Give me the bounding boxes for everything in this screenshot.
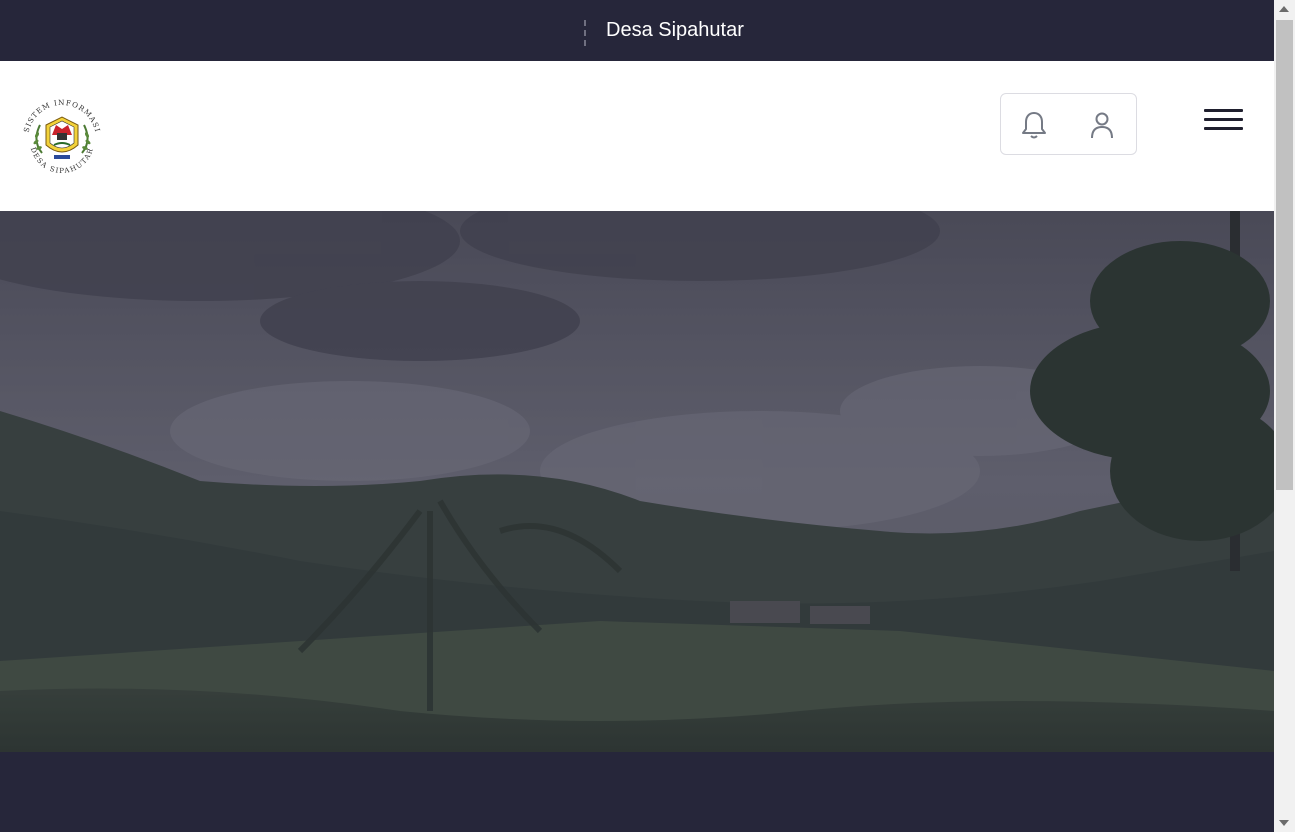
page: Desa Sipahutar SISTEM INFORMASI DESA SIP… (0, 0, 1274, 832)
top-bar: Desa Sipahutar (0, 0, 1274, 61)
site-name[interactable]: Desa Sipahutar (606, 18, 744, 42)
hamburger-line (1204, 118, 1243, 121)
scroll-up-icon[interactable] (1279, 6, 1289, 12)
user-icon (1091, 112, 1113, 139)
hamburger-line (1204, 127, 1243, 130)
site-logo[interactable]: SISTEM INFORMASI DESA SIPAHUTAR (18, 95, 106, 179)
header: SISTEM INFORMASI DESA SIPAHUTAR (0, 61, 1274, 211)
scrollbar-thumb[interactable] (1276, 20, 1293, 490)
footer-band (0, 752, 1274, 832)
header-actions (1000, 93, 1137, 155)
notifications-button[interactable] (1017, 108, 1051, 142)
hamburger-line (1204, 109, 1243, 112)
hero-banner (0, 211, 1274, 752)
bell-icon (1022, 112, 1046, 139)
divider (584, 20, 586, 46)
hamburger-menu-button[interactable] (1204, 109, 1244, 133)
vertical-scrollbar[interactable] (1274, 0, 1295, 832)
village-emblem-icon: SISTEM INFORMASI DESA SIPAHUTAR (22, 98, 102, 175)
user-account-button[interactable] (1085, 108, 1119, 142)
scroll-down-icon[interactable] (1279, 820, 1289, 826)
hero-landscape-image (0, 211, 1274, 752)
